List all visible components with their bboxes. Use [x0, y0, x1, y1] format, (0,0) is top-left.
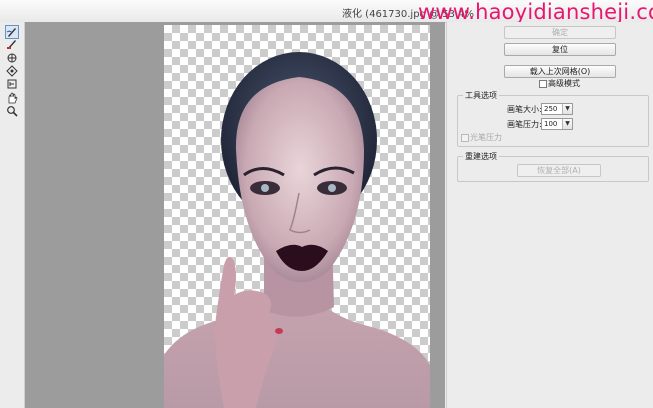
title-bar: 液化 (461730.jpg @ 53.4% www.haoyidianshej… — [0, 0, 653, 24]
portrait-image — [164, 52, 430, 408]
stylus-pressure-label: 光笔压力 — [470, 133, 502, 142]
pucker-tool-icon[interactable] — [6, 52, 18, 64]
push-left-tool-icon[interactable] — [6, 78, 18, 90]
tool-column — [0, 22, 25, 408]
load-last-mesh-button[interactable]: 载入上次网格(O) — [504, 65, 616, 78]
reconstruct-tool-icon[interactable] — [6, 38, 18, 50]
stylus-pressure-checkbox[interactable] — [461, 134, 469, 142]
reconstruct-options-legend: 重建选项 — [463, 151, 499, 162]
reset-button[interactable]: 复位 — [504, 43, 616, 56]
chevron-down-icon[interactable]: ▼ — [562, 104, 572, 114]
liquify-options-panel: 确定 复位 载入上次网格(O) 高级模式 工具选项 画笔大小: 250 ▼ 画笔… — [446, 22, 653, 408]
brush-size-field[interactable]: 250 ▼ — [541, 103, 573, 115]
forward-warp-tool-icon[interactable] — [5, 25, 19, 39]
bloat-tool-icon[interactable] — [6, 65, 18, 77]
chevron-down-icon[interactable]: ▼ — [562, 119, 572, 129]
brush-pressure-value: 100 — [544, 120, 558, 128]
advanced-mode-label: 高级模式 — [548, 79, 580, 88]
ok-button[interactable]: 确定 — [504, 26, 616, 39]
brush-size-label: 画笔大小: — [507, 105, 542, 114]
restore-all-button[interactable]: 恢复全部(A) — [517, 164, 601, 177]
watermark-text: www.haoyidiansheji.com — [418, 0, 653, 24]
tool-options-legend: 工具选项 — [463, 90, 499, 101]
zoom-tool-icon[interactable] — [6, 105, 18, 117]
hand-tool-icon[interactable] — [6, 92, 18, 104]
brush-pressure-field[interactable]: 100 ▼ — [541, 118, 573, 130]
brush-pressure-label: 画笔压力: — [507, 120, 542, 129]
brush-size-value: 250 — [544, 105, 558, 113]
advanced-mode-checkbox[interactable] — [539, 80, 547, 88]
preview-workspace[interactable] — [25, 22, 445, 408]
image-canvas[interactable] — [164, 25, 430, 408]
